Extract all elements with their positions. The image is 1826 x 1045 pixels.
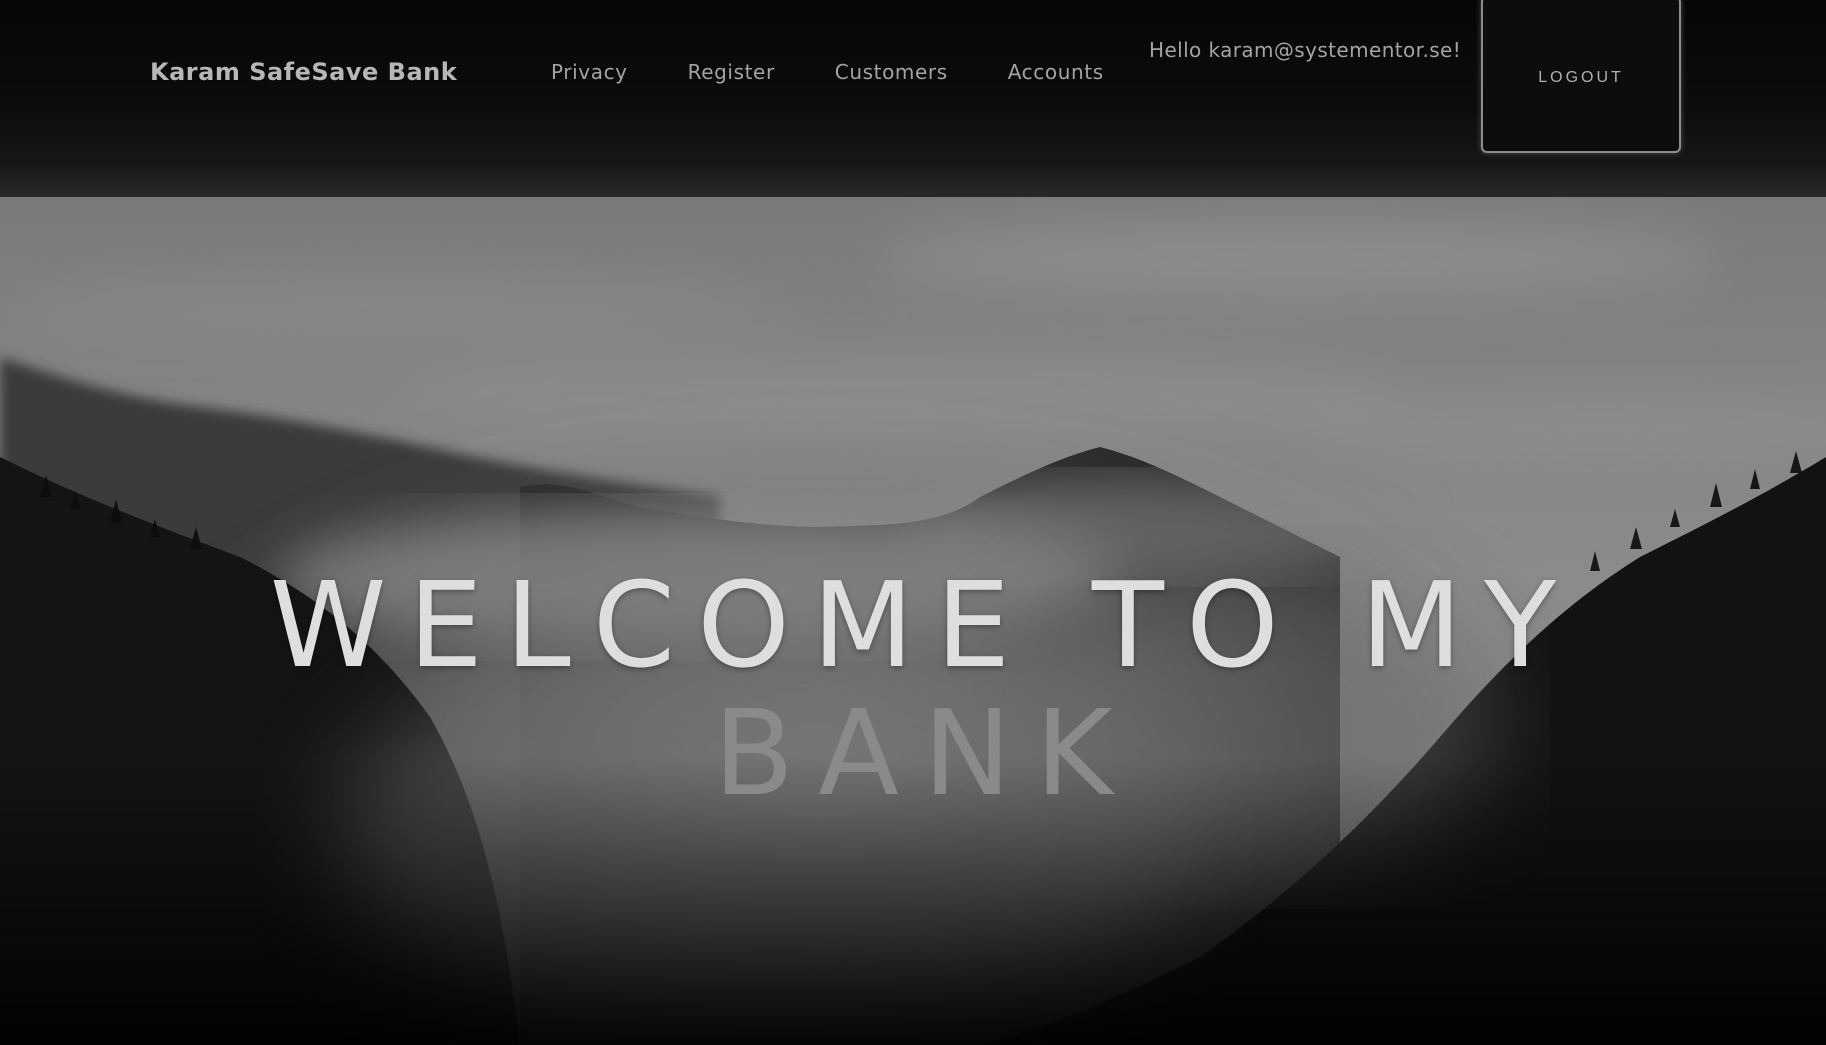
user-greeting-link[interactable]: Hello karam@systementor.se! — [1149, 38, 1461, 62]
hero-title-line1: WELCOME TO MY — [269, 556, 1579, 694]
hero-title: WELCOME TO MY BANK — [0, 561, 1826, 817]
hero-title-line2: BANK — [713, 684, 1137, 822]
nav-link-register[interactable]: Register — [688, 60, 775, 84]
nav-link-accounts[interactable]: Accounts — [1008, 60, 1104, 84]
logout-button[interactable]: LOGOUT — [1481, 0, 1681, 153]
brand-link[interactable]: Karam SafeSave Bank — [150, 58, 457, 86]
hero-section: WELCOME TO MY BANK — [0, 197, 1826, 1045]
nav-link-privacy[interactable]: Privacy — [551, 60, 628, 84]
nav-links: Privacy Register Customers Accounts — [551, 60, 1164, 84]
navbar: Karam SafeSave Bank Privacy Register Cus… — [0, 0, 1826, 197]
nav-link-customers[interactable]: Customers — [835, 60, 948, 84]
